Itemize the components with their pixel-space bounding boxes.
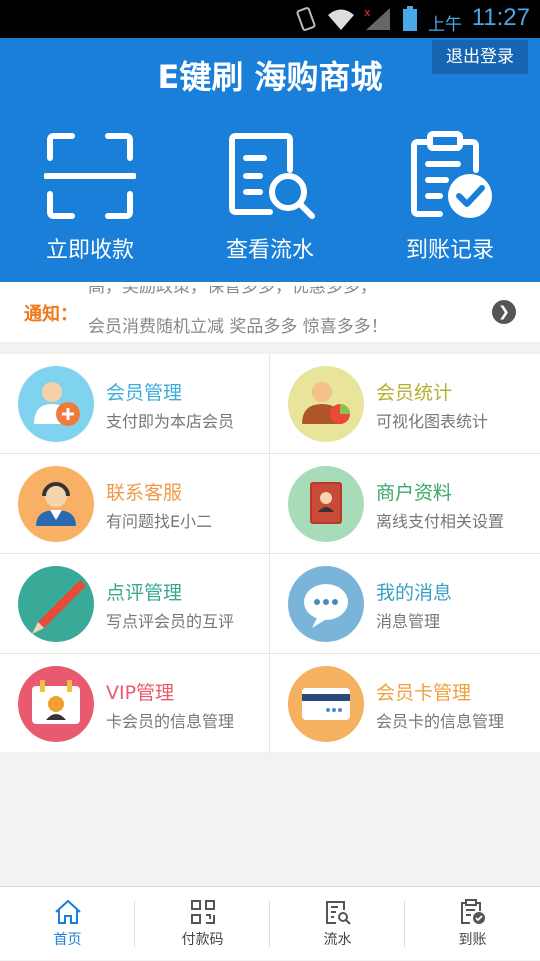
menu-subtitle: 写点评会员的互评 — [106, 612, 235, 631]
collect-payment-button[interactable]: 立即收款 — [0, 130, 180, 264]
scan-icon — [0, 130, 180, 222]
tab-statement[interactable]: 流水 — [270, 887, 405, 961]
menu-title: 点评管理 — [106, 582, 183, 604]
menu-title: 我的消息 — [376, 582, 453, 604]
header: 退出登录 E键刷 海购商城 立即收款 查看流水 到账记录 — [0, 38, 540, 282]
menu-title: 商户资料 — [376, 482, 453, 504]
tab-home[interactable]: 首页 — [0, 887, 135, 961]
menu-item-vip-management[interactable]: VIP管理 卡会员的信息管理 — [0, 654, 270, 754]
status-time: 11:27 — [471, 4, 530, 31]
signal-icon: x — [364, 6, 392, 36]
view-statement-button[interactable]: 查看流水 — [180, 130, 360, 264]
notice-bar[interactable]: 通知： 高，奖励政策，保管多多，优惠多多， 会员消费随机立减 奖品多多 惊喜多多… — [0, 282, 540, 342]
menu-title: 会员统计 — [376, 382, 453, 404]
notice-marquee: 高，奖励政策，保管多多，优惠多多， 会员消费随机立减 奖品多多 惊喜多多！ — [88, 286, 478, 338]
menu-item-review-management[interactable]: 点评管理 写点评会员的互评 — [0, 554, 270, 654]
merchant-book-icon — [288, 466, 364, 542]
menu-subtitle: 消息管理 — [376, 612, 441, 631]
battery-icon — [402, 6, 418, 36]
menu-subtitle: 会员卡的信息管理 — [376, 712, 505, 731]
clipboard-check-icon — [360, 130, 540, 222]
menu-item-member-card[interactable]: 会员卡管理 会员卡的信息管理 — [270, 654, 540, 754]
notice-label: 通知： — [24, 304, 78, 325]
statement-icon — [270, 899, 405, 925]
tab-label: 首页 — [53, 932, 82, 948]
menu-subtitle: 支付即为本店会员 — [106, 412, 235, 431]
notice-arrow-icon[interactable]: ❯ — [492, 300, 516, 324]
menu-item-customer-service[interactable]: 联系客服 有问题找E小二 — [0, 454, 270, 554]
collect-payment-label: 立即收款 — [45, 238, 134, 263]
menu-item-my-messages[interactable]: 我的消息 消息管理 — [270, 554, 540, 654]
home-icon — [0, 899, 135, 925]
tab-payment-code[interactable]: 付款码 — [135, 887, 270, 961]
menu-item-member-management[interactable]: 会员管理 支付即为本店会员 — [0, 354, 270, 454]
menu-subtitle: 卡会员的信息管理 — [106, 712, 235, 731]
arrival-icon — [405, 899, 540, 925]
menu-subtitle: 可视化图表统计 — [376, 412, 489, 431]
menu-item-member-stats[interactable]: 会员统计 可视化图表统计 — [270, 354, 540, 454]
status-ampm: 上午 — [428, 15, 462, 35]
vip-calendar-icon — [18, 666, 94, 742]
menu-grid: 会员管理 支付即为本店会员 会员统计 可视化图表统计 联系客服 有问题找E小二 — [0, 354, 540, 754]
bottom-tab-bar: 首页 付款码 流水 到账 — [0, 886, 540, 960]
wifi-icon — [326, 6, 356, 36]
page-title: E键刷 海购商城 — [157, 58, 383, 96]
status-bar: x 上午 11:27 — [0, 0, 540, 38]
menu-subtitle: 有问题找E小二 — [106, 512, 213, 531]
tab-label: 到账 — [458, 932, 487, 948]
arrival-records-button[interactable]: 到账记录 — [360, 130, 540, 264]
menu-title: 会员管理 — [106, 382, 183, 404]
notice-text-line2: 会员消费随机立减 奖品多多 惊喜多多！ — [88, 317, 388, 337]
menu-subtitle: 离线支付相关设置 — [376, 512, 505, 531]
member-add-icon — [18, 366, 94, 442]
qr-code-icon — [135, 899, 270, 925]
menu-title: 联系客服 — [106, 482, 183, 504]
customer-service-icon — [18, 466, 94, 542]
svg-text:x: x — [364, 6, 371, 19]
tab-label: 流水 — [323, 932, 352, 948]
pencil-icon — [18, 566, 94, 642]
view-statement-label: 查看流水 — [225, 238, 314, 263]
message-bubble-icon — [288, 566, 364, 642]
member-stats-icon — [288, 366, 364, 442]
menu-item-merchant-info[interactable]: 商户资料 离线支付相关设置 — [270, 454, 540, 554]
notice-text-line1: 高，奖励政策，保管多多，优惠多多， — [88, 286, 377, 297]
arrival-records-label: 到账记录 — [405, 238, 494, 263]
menu-title: 会员卡管理 — [376, 682, 472, 704]
menu-title: VIP管理 — [106, 682, 175, 704]
tab-label: 付款码 — [181, 932, 224, 948]
tab-arrival[interactable]: 到账 — [405, 887, 540, 961]
vibrate-icon — [294, 6, 318, 36]
member-card-icon — [288, 666, 364, 742]
statement-search-icon — [180, 130, 360, 222]
